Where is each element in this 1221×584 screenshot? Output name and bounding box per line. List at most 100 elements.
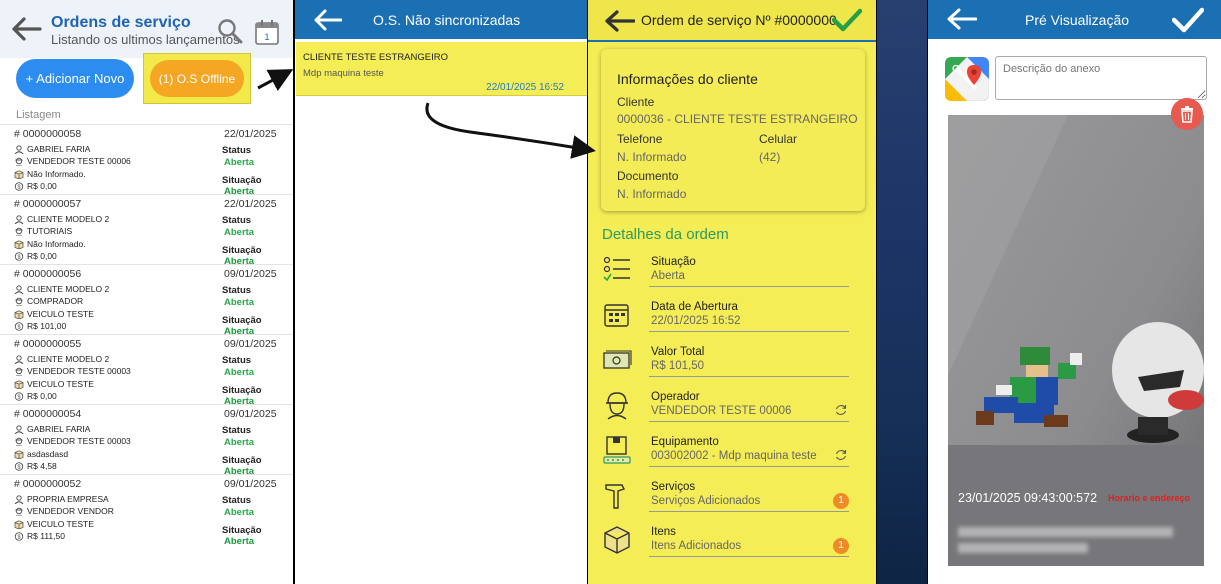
svg-text:$: $ bbox=[18, 394, 21, 400]
situacao-label: Situação bbox=[222, 245, 262, 256]
situacao-label: Situação bbox=[222, 455, 262, 466]
sync-icon[interactable] bbox=[834, 448, 848, 462]
detail-label: Serviços bbox=[651, 481, 696, 493]
order-row[interactable]: # 0000000056 09/01/2025 CLIENTE MODELO 2… bbox=[0, 264, 293, 337]
detail-data-abertura[interactable]: Data de Abertura 22/01/2025 16:52 bbox=[602, 298, 852, 338]
order-row[interactable]: # 0000000057 22/01/2025 CLIENTE MODELO 2… bbox=[0, 194, 293, 267]
order-client-line: CLIENTE MODELO 2 bbox=[14, 354, 109, 364]
blurred-address-line bbox=[958, 527, 1173, 537]
checklist-icon bbox=[603, 256, 630, 282]
status-value: Aberta bbox=[224, 297, 255, 308]
back-arrow-icon[interactable] bbox=[10, 16, 42, 42]
back-arrow-icon[interactable] bbox=[605, 10, 635, 32]
order-seller-line: TUTORIAIS bbox=[14, 226, 72, 236]
divider bbox=[649, 331, 849, 332]
order-number: # 0000000054 bbox=[14, 408, 82, 420]
detail-label: Itens bbox=[651, 526, 676, 538]
order-row[interactable]: # 0000000054 09/01/2025 GABRIEL FARIA VE… bbox=[0, 404, 293, 477]
orders-header: Ordens de serviço Listando os ultimos la… bbox=[0, 0, 293, 58]
order-value: R$ 0,00 bbox=[27, 391, 57, 401]
detail-value: VENDEDOR TESTE 00006 bbox=[651, 405, 792, 417]
sync-icon[interactable] bbox=[834, 403, 848, 417]
order-row[interactable]: # 0000000055 09/01/2025 CLIENTE MODELO 2… bbox=[0, 334, 293, 407]
card-client: CLIENTE TESTE ESTRANGEIRO bbox=[303, 52, 448, 63]
telefone-label: Telefone bbox=[617, 132, 663, 146]
status-value: Aberta bbox=[224, 507, 255, 518]
order-client-line: PROPRIA EMPRESA bbox=[14, 494, 109, 504]
operator-icon bbox=[15, 297, 23, 306]
detail-label: Situação bbox=[651, 256, 696, 268]
offline-orders-button[interactable]: (1) O.S Offline bbox=[150, 60, 244, 97]
order-number: # 0000000057 bbox=[14, 198, 82, 210]
detail-situacao[interactable]: Situação Aberta bbox=[602, 253, 852, 293]
order-item: Não Informado. bbox=[27, 239, 86, 249]
preview-title: Pré Visualização bbox=[1025, 12, 1130, 28]
orders-list: # 0000000058 22/01/2025 GABRIEL FARIA VE… bbox=[0, 124, 293, 547]
order-seller-line: VENDEDOR TESTE 00003 bbox=[14, 436, 131, 446]
divider bbox=[649, 511, 849, 512]
detail-label: Data de Abertura bbox=[651, 301, 738, 313]
order-value: R$ 4,58 bbox=[27, 461, 57, 471]
preview-header: Pré Visualização bbox=[928, 0, 1221, 39]
order-number: # 0000000056 bbox=[14, 268, 82, 280]
svg-text:$: $ bbox=[18, 324, 21, 330]
box-icon bbox=[14, 309, 24, 319]
money-icon: $ bbox=[14, 181, 24, 191]
celular-label: Celular bbox=[759, 132, 798, 146]
list-label: Listagem bbox=[16, 109, 61, 121]
status-value: Aberta bbox=[224, 437, 255, 448]
order-value-line: $ R$ 111,50 bbox=[14, 531, 65, 541]
detail-equipamento[interactable]: Equipamento 003002002 - Mdp maquina test… bbox=[602, 433, 852, 473]
order-client-line: GABRIEL FARIA bbox=[14, 424, 90, 434]
order-number: # 0000000052 bbox=[14, 478, 82, 490]
operator-icon bbox=[15, 157, 23, 166]
order-seller: VENDEDOR TESTE 00003 bbox=[27, 366, 131, 376]
cash-icon bbox=[603, 350, 632, 369]
order-client: CLIENTE MODELO 2 bbox=[27, 354, 110, 364]
unsynced-order-card[interactable]: CLIENTE TESTE ESTRANGEIRO Mdp maquina te… bbox=[296, 42, 587, 96]
detail-value: Serviços Adicionados bbox=[651, 495, 761, 507]
order-client: GABRIEL FARIA bbox=[27, 144, 91, 154]
order-item-line: VEICULO TESTE bbox=[14, 519, 94, 529]
detail-itens[interactable]: Itens Itens Adicionados 1 bbox=[602, 523, 852, 563]
order-date: 09/01/2025 bbox=[224, 408, 277, 420]
box-icon bbox=[14, 519, 24, 529]
attachment-description-input[interactable] bbox=[995, 56, 1207, 100]
detail-operador[interactable]: Operador VENDEDOR TESTE 00006 bbox=[602, 388, 852, 428]
equipment-box-icon bbox=[603, 436, 631, 464]
back-arrow-icon[interactable] bbox=[947, 8, 977, 30]
order-item-line: Não Informado. bbox=[14, 239, 86, 249]
money-icon: $ bbox=[14, 461, 24, 471]
detail-servicos[interactable]: Serviços Serviços Adicionados 1 bbox=[602, 478, 852, 518]
order-seller-line: VENDEDOR TESTE 00006 bbox=[14, 156, 131, 166]
person-icon bbox=[14, 214, 24, 224]
order-client: PROPRIA EMPRESA bbox=[27, 494, 109, 504]
divider bbox=[649, 421, 849, 422]
box-icon bbox=[14, 379, 24, 389]
detail-label: Valor Total bbox=[651, 346, 705, 358]
card-equipment: Mdp maquina teste bbox=[303, 68, 384, 79]
check-icon[interactable] bbox=[832, 8, 862, 32]
cliente-value: 0000036 - CLIENTE TESTE ESTRANGEIRO bbox=[617, 112, 858, 126]
person-icon bbox=[14, 494, 24, 504]
order-detail-panel: Ordem de serviço Nº #0000000 Informações… bbox=[588, 0, 876, 584]
svg-text:$: $ bbox=[18, 254, 21, 260]
operator-icon bbox=[15, 227, 23, 236]
situacao-label: Situação bbox=[222, 175, 262, 186]
google-maps-icon[interactable]: G bbox=[945, 57, 989, 101]
order-row[interactable]: # 0000000052 09/01/2025 PROPRIA EMPRESA … bbox=[0, 474, 293, 547]
detail-valor-total[interactable]: Valor Total R$ 101,50 bbox=[602, 343, 852, 383]
order-item-line: VEICULO TESTE bbox=[14, 309, 94, 319]
add-new-button[interactable]: + Adicionar Novo bbox=[16, 59, 134, 98]
trash-icon[interactable] bbox=[1171, 98, 1203, 130]
search-icon[interactable] bbox=[217, 18, 243, 44]
box-icon bbox=[14, 449, 24, 459]
order-seller: COMPRADOR bbox=[27, 296, 84, 306]
check-icon[interactable] bbox=[1172, 7, 1204, 33]
calendar-icon[interactable]: 1 bbox=[254, 18, 280, 46]
blurred-address-line bbox=[958, 543, 1088, 553]
money-icon: $ bbox=[14, 321, 24, 331]
status-label: Status bbox=[222, 215, 252, 226]
order-row[interactable]: # 0000000058 22/01/2025 GABRIEL FARIA VE… bbox=[0, 124, 293, 197]
back-arrow-icon[interactable] bbox=[314, 9, 342, 31]
